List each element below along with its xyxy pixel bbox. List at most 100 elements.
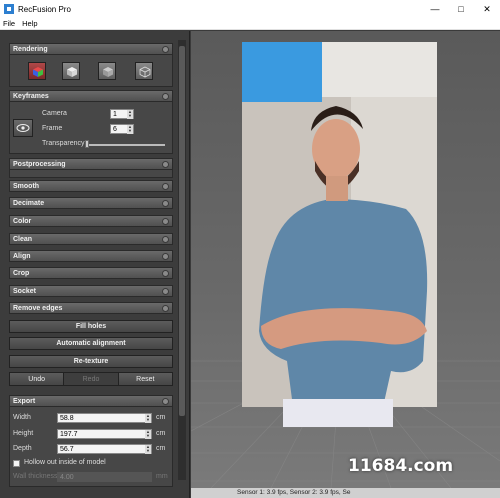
- camera-spinbox[interactable]: 1 ▲ ▼: [110, 109, 134, 119]
- automatic-alignment-button[interactable]: Automatic alignment: [9, 337, 173, 350]
- spin-arrows-icon[interactable]: ▲ ▼: [127, 110, 133, 119]
- collapse-icon[interactable]: [162, 288, 169, 295]
- maximize-button[interactable]: □: [448, 0, 474, 18]
- width-field[interactable]: 58.8 ▲ ▼: [57, 413, 152, 423]
- smooth-header[interactable]: Smooth: [9, 180, 173, 192]
- hollow-out-checkbox[interactable]: [13, 460, 20, 467]
- wall-thickness-value: 4.00: [60, 474, 74, 481]
- menu-file[interactable]: File: [3, 19, 15, 28]
- wall-thickness-field[interactable]: 4.00: [57, 472, 152, 482]
- depth-label: Depth: [13, 445, 32, 452]
- frame-value: 6: [113, 126, 117, 133]
- redo-button[interactable]: Redo: [64, 373, 119, 385]
- transparency-slider-thumb[interactable]: [85, 140, 89, 148]
- menu-help[interactable]: Help: [22, 19, 37, 28]
- spin-arrows-icon[interactable]: ▲ ▼: [145, 414, 151, 423]
- camera-label: Camera: [42, 110, 67, 117]
- menu-bar: File Help: [0, 18, 500, 30]
- wall-thickness-label: Wall thickness: [13, 473, 58, 480]
- rendering-title: Rendering: [13, 46, 48, 53]
- collapse-icon[interactable]: [162, 270, 169, 277]
- depth-value: 56.7: [60, 446, 74, 453]
- postprocessing-header[interactable]: Postprocessing: [9, 158, 173, 170]
- depth-field[interactable]: 56.7 ▲ ▼: [57, 444, 152, 454]
- remove-edges-header[interactable]: Remove edges: [9, 302, 173, 314]
- remove-edges-title: Remove edges: [13, 305, 63, 312]
- clean-title: Clean: [13, 236, 33, 243]
- width-value: 58.8: [60, 415, 74, 422]
- width-unit: cm: [156, 414, 166, 421]
- spin-arrows-icon[interactable]: ▲ ▼: [145, 445, 151, 454]
- title-bar: RecFusion Pro — □ ✕: [0, 0, 500, 18]
- socket-header[interactable]: Socket: [9, 285, 173, 297]
- close-button[interactable]: ✕: [474, 0, 500, 18]
- undo-button[interactable]: Undo: [10, 373, 65, 385]
- render-shaded-button[interactable]: [62, 62, 80, 80]
- export-header[interactable]: Export: [9, 395, 173, 407]
- collapse-icon[interactable]: [162, 398, 169, 405]
- collapse-icon[interactable]: [162, 161, 169, 168]
- keyframes-panel: [9, 102, 173, 154]
- export-title: Export: [13, 398, 36, 405]
- smooth-title: Smooth: [13, 183, 40, 190]
- collapse-icon[interactable]: [162, 253, 169, 260]
- width-label: Width: [13, 414, 31, 421]
- postprocessing-panel: [9, 170, 173, 178]
- transparency-slider[interactable]: [85, 144, 165, 146]
- window-title: RecFusion Pro: [18, 4, 71, 14]
- transparency-label: Transparency: [42, 140, 85, 147]
- frame-label: Frame: [42, 125, 63, 132]
- spin-arrows-icon[interactable]: ▲ ▼: [127, 125, 133, 134]
- fill-holes-button[interactable]: Fill holes: [9, 320, 173, 333]
- align-title: Align: [13, 253, 31, 260]
- collapse-icon[interactable]: [162, 305, 169, 312]
- sensor-status: Sensor 1: 3.9 fps, Sensor 2: 3.9 fps, Se: [237, 489, 351, 496]
- collapse-icon[interactable]: [162, 200, 169, 207]
- app-logo-icon: [4, 4, 14, 14]
- height-value: 197.7: [60, 431, 78, 438]
- depth-unit: cm: [156, 445, 166, 452]
- collapse-icon[interactable]: [162, 93, 169, 100]
- flat-cube-icon: [103, 67, 113, 77]
- decimate-title: Decimate: [13, 200, 45, 207]
- collapse-icon[interactable]: [162, 46, 169, 53]
- panel-scroll-thumb[interactable]: [179, 46, 185, 416]
- height-label: Height: [13, 430, 34, 437]
- crop-header[interactable]: Crop: [9, 267, 173, 279]
- collapse-icon[interactable]: [162, 218, 169, 225]
- color-title: Color: [13, 218, 32, 225]
- rendering-panel: [9, 55, 173, 87]
- shaded-cube-icon: [67, 67, 77, 77]
- keyframes-title: Keyframes: [13, 93, 49, 100]
- spin-arrows-icon[interactable]: ▲ ▼: [145, 430, 151, 439]
- frame-spinbox[interactable]: 6 ▲ ▼: [110, 124, 134, 134]
- height-unit: cm: [156, 430, 166, 437]
- crop-title: Crop: [13, 270, 30, 277]
- align-header[interactable]: Align: [9, 250, 173, 262]
- reset-button[interactable]: Reset: [118, 373, 172, 385]
- eye-icon: [16, 124, 30, 132]
- collapse-icon[interactable]: [162, 236, 169, 243]
- postprocessing-title: Postprocessing: [13, 161, 66, 168]
- hollow-out-label: Hollow out inside of model: [24, 459, 106, 466]
- 3d-viewport[interactable]: [191, 31, 500, 488]
- wireframe-cube-icon: [139, 66, 151, 78]
- height-field[interactable]: 197.7 ▲ ▼: [57, 429, 152, 439]
- re-texture-button[interactable]: Re-texture: [9, 355, 173, 368]
- clean-header[interactable]: Clean: [9, 233, 173, 245]
- collapse-icon[interactable]: [162, 183, 169, 190]
- render-color-button[interactable]: [28, 62, 46, 80]
- render-wireframe-button[interactable]: [135, 62, 153, 80]
- wall-thickness-unit: mm: [156, 473, 168, 480]
- keyframes-header[interactable]: Keyframes: [9, 90, 173, 102]
- render-flat-button[interactable]: [98, 62, 116, 80]
- rendering-header[interactable]: Rendering: [9, 43, 173, 55]
- color-cube-icon: [33, 67, 43, 77]
- status-bar: Sensor 1: 3.9 fps, Sensor 2: 3.9 fps, Se: [191, 488, 500, 498]
- keyframe-view-button[interactable]: [13, 119, 33, 137]
- decimate-header[interactable]: Decimate: [9, 197, 173, 209]
- camera-value: 1: [113, 111, 117, 118]
- minimize-button[interactable]: —: [422, 0, 448, 18]
- color-header[interactable]: Color: [9, 215, 173, 227]
- scanned-model-scene: [191, 42, 500, 488]
